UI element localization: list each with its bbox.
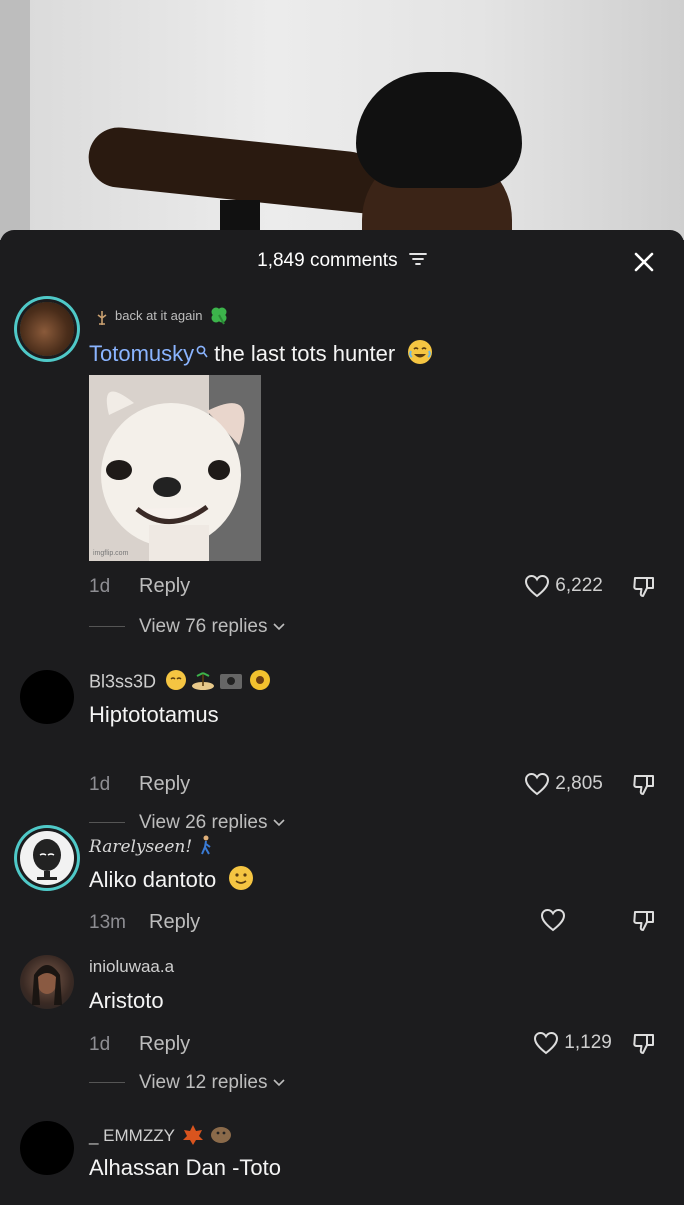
reply-button[interactable]: Reply: [149, 911, 200, 934]
comment-text: Aristoto: [89, 988, 164, 1013]
replies-divider: [89, 822, 125, 824]
comment-time: 1d: [89, 774, 111, 795]
dislike-icon: [633, 911, 654, 931]
emoji-decorations: [165, 668, 275, 697]
comment-count-button[interactable]: 1,849 comments: [0, 250, 684, 272]
like-button[interactable]: 1,129: [533, 1031, 612, 1055]
heart-icon: [533, 1031, 559, 1055]
filter-icon: [408, 250, 427, 272]
reply-button[interactable]: Reply: [139, 575, 190, 598]
comment-time: 1d: [89, 1034, 111, 1055]
dislike-button[interactable]: [632, 908, 658, 934]
dislike-button[interactable]: [632, 574, 658, 600]
comment-tag: back at it again: [95, 304, 230, 329]
comment-username[interactable]: Bl3ss3D: [89, 668, 275, 697]
comment-username[interactable]: Totomusky: [89, 341, 194, 366]
video-background: [0, 0, 684, 240]
reply-button[interactable]: Reply: [139, 1033, 190, 1056]
replies-divider: [89, 626, 125, 628]
comments-sheet: 1,849 comments back at it again Totomusk…: [0, 230, 684, 1200]
gif-watermark: imgflip.com: [93, 550, 129, 557]
comment-count-label: 1,849 comments: [257, 250, 398, 272]
emoji-decorations: [183, 1123, 233, 1150]
comment-item: _ EMMZZY Alhassan Dan -Toto: [0, 1115, 684, 1205]
dislike-icon: [633, 775, 654, 795]
like-button[interactable]: 6,222: [524, 574, 603, 598]
comment-gif-chihuahua[interactable]: imgflip.com: [89, 375, 261, 561]
replies-divider: [89, 1082, 125, 1084]
comments-header: 1,849 comments: [0, 230, 684, 292]
avatar[interactable]: [20, 302, 74, 356]
dislike-button[interactable]: [632, 772, 658, 798]
comment-time: 13m: [89, 912, 126, 933]
avatar[interactable]: [20, 670, 74, 724]
comment-username[interactable]: _ EMMZZY: [89, 1123, 233, 1150]
avatar[interactable]: [20, 1121, 74, 1175]
close-icon: [634, 252, 654, 272]
laughing-emoji-icon: [407, 339, 433, 371]
heart-icon: [524, 772, 550, 796]
like-count: 6,222: [555, 575, 603, 597]
search-icon: [196, 339, 208, 365]
avatar[interactable]: [20, 831, 74, 885]
video-wall: [0, 0, 30, 240]
video-person-hair: [356, 72, 522, 188]
chevron-down-icon: [273, 1079, 285, 1087]
comment-item: Rarelyseen! Aliko dantoto 13m Reply: [0, 825, 684, 945]
view-replies-button[interactable]: View 76 replies: [89, 616, 285, 638]
dislike-icon: [633, 577, 654, 597]
heart-icon: [524, 574, 550, 598]
avatar[interactable]: [20, 955, 74, 1009]
smiley-emoji-icon: [228, 865, 254, 897]
comment-username[interactable]: inioluwaa.a: [89, 957, 174, 977]
comment-text: Aliko dantoto: [89, 865, 254, 897]
comment-item: back at it again Totomusky the last tots …: [0, 292, 684, 642]
view-replies-button[interactable]: View 12 replies: [89, 1072, 285, 1094]
walking-person-icon: [198, 835, 214, 860]
comment-text: Alhassan Dan -Toto: [89, 1155, 281, 1180]
comment-text: Totomusky the last tots hunter: [89, 339, 433, 371]
dislike-icon: [633, 1034, 654, 1054]
comment-username[interactable]: Rarelyseen!: [89, 835, 214, 860]
like-button[interactable]: [540, 908, 566, 932]
comment-item: Bl3ss3D Hiptototamus 1d Reply 2,805 View…: [0, 660, 684, 833]
clover-icon: [208, 304, 230, 329]
reply-button[interactable]: Reply: [139, 773, 190, 796]
close-button[interactable]: [632, 250, 656, 274]
comment-item: inioluwaa.a Aristoto 1d Reply 1,129 View…: [0, 950, 684, 1100]
comment-text: Hiptototamus: [89, 702, 219, 727]
like-button[interactable]: 2,805: [524, 772, 603, 796]
comment-time: 1d: [89, 576, 111, 597]
like-count: 1,129: [564, 1032, 612, 1054]
like-count: 2,805: [555, 773, 603, 795]
chevron-down-icon: [273, 623, 285, 631]
dislike-button[interactable]: [632, 1031, 658, 1057]
heart-icon: [540, 908, 566, 932]
